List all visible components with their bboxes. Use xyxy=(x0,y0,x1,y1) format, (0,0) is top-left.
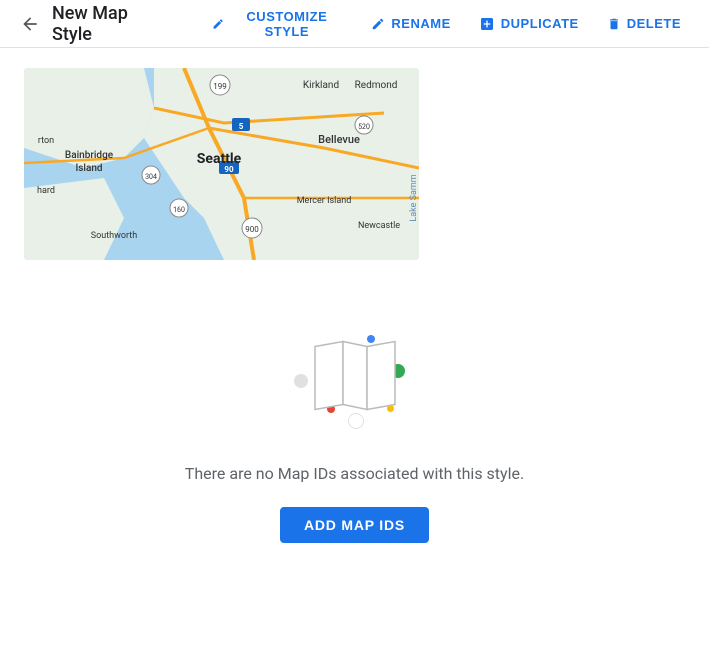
delete-label: DELETE xyxy=(627,16,681,31)
duplicate-icon xyxy=(479,16,495,32)
svg-text:rton: rton xyxy=(38,136,54,146)
delete-icon xyxy=(607,17,621,31)
svg-text:304: 304 xyxy=(145,173,157,181)
folded-map-icon xyxy=(310,337,400,412)
header: New Map Style CUSTOMIZE STYLE RENAME DUP… xyxy=(0,0,709,48)
duplicate-label: DUPLICATE xyxy=(501,16,579,31)
svg-text:199: 199 xyxy=(213,82,227,91)
customize-icon xyxy=(212,17,224,31)
svg-text:Island: Island xyxy=(75,163,102,174)
add-map-ids-button[interactable]: ADD MAP IDS xyxy=(280,507,429,543)
delete-button[interactable]: DELETE xyxy=(595,10,693,37)
gray-dot xyxy=(294,374,308,388)
customize-label: CUSTOMIZE STYLE xyxy=(230,9,343,39)
svg-text:900: 900 xyxy=(245,225,259,234)
empty-state: There are no Map IDs associated with thi… xyxy=(24,284,685,573)
white-dot xyxy=(348,413,364,429)
svg-text:520: 520 xyxy=(358,123,370,131)
svg-text:Lake Samm: Lake Samm xyxy=(409,174,419,221)
rename-label: RENAME xyxy=(391,16,450,31)
svg-text:Redmond: Redmond xyxy=(355,80,398,91)
empty-message: There are no Map IDs associated with thi… xyxy=(185,464,524,483)
map-preview: 5 90 199 900 304 160 520 Bainbridge Isla… xyxy=(24,68,419,260)
svg-text:Seattle: Seattle xyxy=(197,151,242,167)
back-button[interactable] xyxy=(16,10,44,38)
svg-text:Bainbridge: Bainbridge xyxy=(65,150,114,161)
page-title: New Map Style xyxy=(52,3,168,45)
rename-button[interactable]: RENAME xyxy=(359,10,462,37)
header-actions: CUSTOMIZE STYLE RENAME DUPLICATE DELETE xyxy=(200,3,693,45)
svg-text:Mercer Island: Mercer Island xyxy=(297,196,352,206)
main-content: 5 90 199 900 304 160 520 Bainbridge Isla… xyxy=(0,48,709,593)
map-thumbnail: 5 90 199 900 304 160 520 Bainbridge Isla… xyxy=(24,68,419,260)
customize-style-button[interactable]: CUSTOMIZE STYLE xyxy=(200,3,355,45)
svg-text:Kirkland: Kirkland xyxy=(303,80,339,91)
rename-icon xyxy=(371,17,385,31)
svg-text:Newcastle: Newcastle xyxy=(358,221,400,231)
svg-text:5: 5 xyxy=(239,122,244,131)
svg-text:Southworth: Southworth xyxy=(91,231,137,241)
svg-text:160: 160 xyxy=(173,206,185,214)
svg-text:hard: hard xyxy=(37,186,55,196)
duplicate-button[interactable]: DUPLICATE xyxy=(467,10,591,38)
svg-text:Bellevue: Bellevue xyxy=(318,133,360,146)
map-illustration xyxy=(275,304,435,444)
